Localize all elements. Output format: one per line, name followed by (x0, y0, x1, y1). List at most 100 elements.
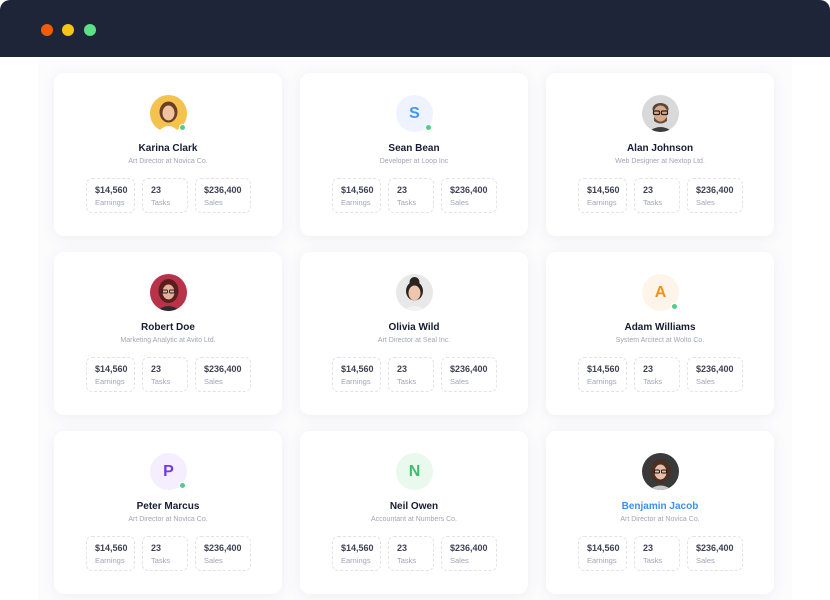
stat-value: $236,400 (450, 364, 488, 374)
stat-sales: $236,400 Sales (195, 357, 251, 392)
stat-value: $14,560 (95, 543, 128, 553)
stat-earnings: $14,560 Earnings (86, 357, 135, 392)
stat-label: Earnings (341, 198, 371, 207)
stat-value: $14,560 (95, 185, 128, 195)
user-name[interactable]: Adam Williams (546, 322, 774, 333)
user-role: Accountant at Numbers Co. (371, 516, 457, 523)
stat-value: 23 (643, 185, 654, 195)
stat-value: $14,560 (95, 364, 128, 374)
user-name[interactable]: Robert Doe (54, 322, 282, 333)
close-window-button[interactable] (41, 24, 53, 36)
stat-value: $236,400 (696, 364, 734, 374)
user-name[interactable]: Alan Johnson (546, 143, 774, 154)
stat-label: Earnings (95, 198, 125, 207)
stat-earnings: $14,560 Earnings (332, 536, 381, 571)
stat-sales: $236,400 Sales (441, 357, 497, 392)
maximize-window-button[interactable] (84, 24, 96, 36)
stat-value: $14,560 (587, 364, 620, 374)
user-card-robert-doe[interactable]: Robert Doe Marketing Analytic at Avito L… (54, 252, 282, 415)
user-card-benjamin-jacob[interactable]: Benjamin Jacob Art Director at Novica Co… (546, 431, 774, 594)
stat-sales: $236,400 Sales (441, 178, 497, 213)
user-card-olivia-wild[interactable]: Olivia Wild Art Director at Seal Inc. $1… (300, 252, 528, 415)
user-card-alan-johnson[interactable]: Alan Johnson Web Designer at Nextop Ltd.… (546, 73, 774, 236)
stat-label: Sales (450, 377, 469, 386)
stat-label: Tasks (397, 377, 417, 386)
user-name[interactable]: Olivia Wild (300, 322, 528, 333)
stat-value: $236,400 (204, 364, 242, 374)
stat-value: $14,560 (587, 185, 620, 195)
stat-value: $14,560 (587, 543, 620, 553)
user-name[interactable]: Peter Marcus (54, 501, 282, 512)
stat-value: $236,400 (204, 185, 242, 195)
stat-label: Earnings (587, 198, 617, 207)
stat-value: 23 (151, 185, 162, 195)
online-status-dot (671, 303, 678, 310)
stat-value: 23 (643, 364, 654, 374)
stat-value: $14,560 (341, 185, 374, 195)
user-card-karina-clark[interactable]: Karina Clark Art Director at Novica Co. … (54, 73, 282, 236)
stat-earnings: $14,560 Earnings (578, 357, 627, 392)
stat-tasks: 23 Tasks (388, 536, 434, 571)
user-role: System Arcitect at Wolto Co. (615, 337, 705, 344)
stat-label: Tasks (151, 377, 171, 386)
stat-label: Earnings (341, 377, 371, 386)
stat-value: $14,560 (341, 543, 374, 553)
stat-value: $236,400 (696, 185, 734, 195)
stat-value: $236,400 (450, 543, 488, 553)
stat-value: 23 (151, 364, 162, 374)
stat-value: 23 (397, 185, 408, 195)
avatar (642, 95, 679, 132)
stat-label: Tasks (151, 198, 171, 207)
user-name[interactable]: Benjamin Jacob (546, 501, 774, 512)
stat-value: 23 (151, 543, 162, 553)
stat-earnings: $14,560 Earnings (578, 178, 627, 213)
stat-sales: $236,400 Sales (687, 357, 743, 392)
stat-sales: $236,400 Sales (687, 536, 743, 571)
stat-label: Sales (204, 556, 223, 565)
stat-label: Earnings (95, 377, 125, 386)
window-title-bar (0, 0, 830, 57)
user-role: Art Director at Novica Co. (620, 516, 700, 523)
stat-label: Earnings (95, 556, 125, 565)
user-role: Art Director at Novica Co. (128, 516, 208, 523)
user-role: Developer at Loop Inc (379, 158, 449, 165)
stat-tasks: 23 Tasks (142, 357, 188, 392)
avatar (396, 274, 433, 311)
user-name[interactable]: Karina Clark (54, 143, 282, 154)
stat-label: Tasks (643, 556, 663, 565)
stat-sales: $236,400 Sales (195, 536, 251, 571)
user-name[interactable]: Neil Owen (300, 501, 528, 512)
stat-label: Sales (696, 198, 715, 207)
stat-label: Earnings (587, 377, 617, 386)
user-card-peter-marcus[interactable]: P Peter Marcus Art Director at Novica Co… (54, 431, 282, 594)
user-card-sean-bean[interactable]: S Sean Bean Developer at Loop Inc $14,56… (300, 73, 528, 236)
stat-earnings: $14,560 Earnings (332, 178, 381, 213)
stat-label: Earnings (587, 556, 617, 565)
stat-sales: $236,400 Sales (441, 536, 497, 571)
stat-label: Tasks (397, 556, 417, 565)
stat-value: 23 (643, 543, 654, 553)
stat-label: Sales (450, 198, 469, 207)
stat-value: 23 (397, 543, 408, 553)
stat-value: $236,400 (204, 543, 242, 553)
stat-tasks: 23 Tasks (388, 178, 434, 213)
stat-label: Sales (696, 556, 715, 565)
stat-label: Tasks (643, 377, 663, 386)
stat-value: 23 (397, 364, 408, 374)
avatar (150, 274, 187, 311)
stat-earnings: $14,560 Earnings (578, 536, 627, 571)
stat-label: Sales (696, 377, 715, 386)
stat-earnings: $14,560 Earnings (86, 536, 135, 571)
stat-label: Tasks (643, 198, 663, 207)
minimize-window-button[interactable] (62, 24, 74, 36)
online-status-dot (179, 124, 186, 131)
user-role: Marketing Analytic at Avito Ltd. (120, 337, 216, 344)
stat-earnings: $14,560 Earnings (86, 178, 135, 213)
stat-tasks: 23 Tasks (634, 357, 680, 392)
online-status-dot (425, 124, 432, 131)
user-role: Web Designer at Nextop Ltd. (615, 158, 705, 165)
user-card-adam-williams[interactable]: A Adam Williams System Arcitect at Wolto… (546, 252, 774, 415)
online-status-dot (179, 482, 186, 489)
user-card-neil-owen[interactable]: N Neil Owen Accountant at Numbers Co. $1… (300, 431, 528, 594)
user-name[interactable]: Sean Bean (300, 143, 528, 154)
